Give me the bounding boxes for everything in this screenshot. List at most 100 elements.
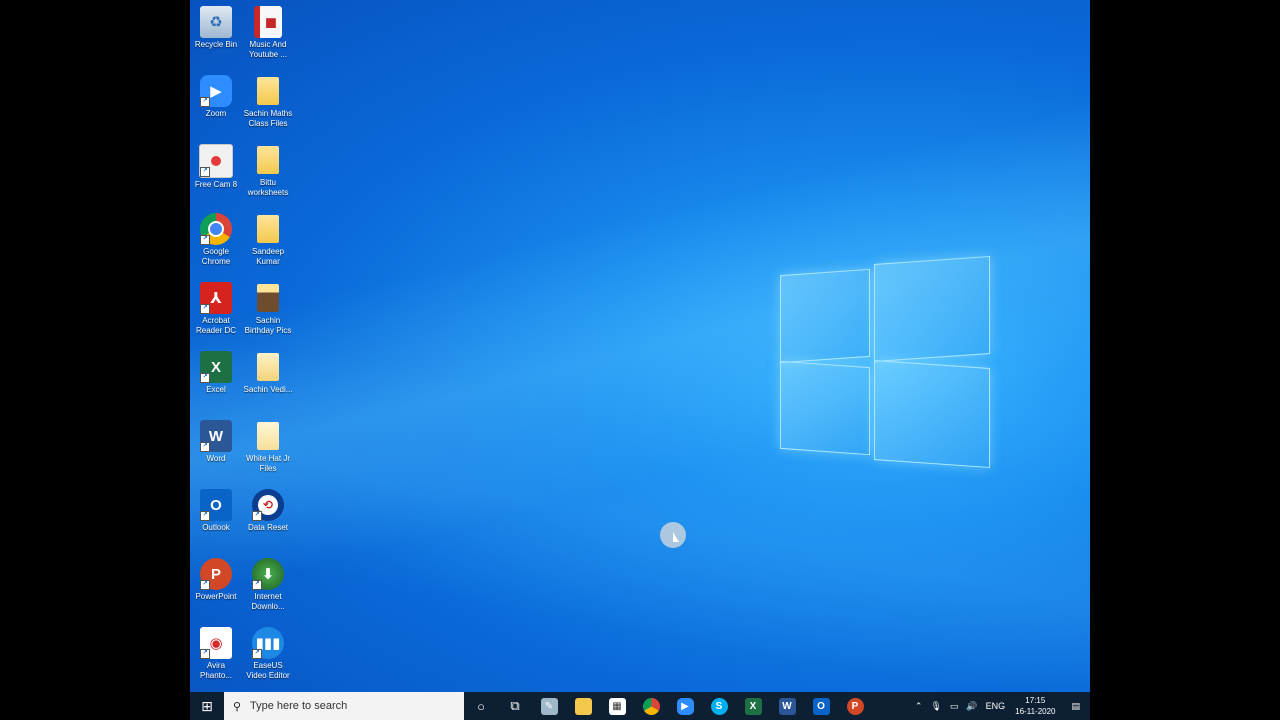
skype-icon: S (710, 697, 728, 715)
desktop-icon-label: Avira Phanto... (199, 661, 233, 680)
system-tray: ⌃ 🎙 ▭ 🔊 ENG 17:15 16-11-2020 ▤ (911, 692, 1090, 720)
taskbar-app-outlook[interactable]: O (804, 692, 838, 720)
desktop-icon-white-hat-jr[interactable]: White Hat Jr Files (243, 420, 293, 484)
cortana-icon: ○ (477, 698, 485, 714)
desktop-icon-label: Outlook (202, 523, 230, 532)
taskbar-app-powerpoint[interactable]: P (838, 692, 872, 720)
data-reset-icon: ⟲ ↗ (252, 489, 284, 521)
folder-icon (252, 420, 284, 452)
mouse-cursor (660, 522, 686, 548)
file-explorer-icon (574, 697, 592, 715)
desktop-icon-outlook[interactable]: O ↗ Outlook (191, 489, 241, 553)
chevron-up-icon[interactable]: ⌃ (911, 701, 927, 712)
desktop-icon-label: Recycle Bin (194, 40, 238, 49)
powerpoint-icon: P ↗ (200, 558, 232, 590)
notes-icon: ✎ (540, 697, 558, 715)
desktop-icon-label: Google Chrome (201, 247, 231, 266)
desktop-icon-idm[interactable]: ⬇ ↗ Internet Downlo... (243, 558, 293, 622)
search-placeholder: Type here to search (250, 700, 348, 712)
language-indicator[interactable]: ENG (982, 701, 1010, 711)
windows-logo (780, 254, 990, 469)
taskbar-app-chrome[interactable] (634, 692, 668, 720)
taskbar-app-store[interactable]: ▦ (600, 692, 634, 720)
outlook-icon: O ↗ (200, 489, 232, 521)
file-icon: ◼ (254, 6, 282, 38)
desktop-icon-label: Sandeep Kumar (251, 247, 285, 266)
taskbar-app-skype[interactable]: S (702, 692, 736, 720)
desktop-icon-excel[interactable]: X ↗ Excel (191, 351, 241, 415)
outlook-icon: O (812, 697, 830, 715)
zoom-icon: ▶ ↗ (200, 75, 232, 107)
folder-icon (252, 75, 284, 107)
desktop-icon-sachin-birthday[interactable]: Sachin Birthday Pics (243, 282, 293, 346)
freecam-icon: ↗ (199, 144, 233, 178)
desktop-icon-sachin-vedi[interactable]: Sachin Vedi... (243, 351, 293, 415)
desktop-icon-avira[interactable]: ◉ ↗ Avira Phanto... (191, 627, 241, 691)
desktop-icon-label: White Hat Jr Files (245, 454, 290, 473)
desktop-icon-label: Sachin Vedi... (243, 385, 293, 394)
taskbar-app-file-explorer[interactable] (566, 692, 600, 720)
chrome-icon (642, 697, 660, 715)
volume-icon[interactable]: 🔊 (962, 701, 981, 712)
taskbar-app-notes[interactable]: ✎ (532, 692, 566, 720)
folder-icon (252, 213, 284, 245)
desktop-icon-data-reset[interactable]: ⟲ ↗ Data Reset (243, 489, 293, 553)
start-button[interactable]: ⊞ (190, 692, 224, 720)
desktop-icon-label: Music And Youtube ... (249, 40, 287, 59)
desktop-icon-recycle-bin[interactable]: ♻ Recycle Bin (191, 6, 241, 70)
network-icon[interactable]: ▭ (946, 701, 963, 712)
search-box[interactable]: ⚲ Type here to search (224, 692, 464, 720)
desktop-icon-word[interactable]: W ↗ Word (191, 420, 241, 484)
desktop-icon-label: Acrobat Reader DC (195, 316, 236, 335)
excel-icon: X ↗ (200, 351, 232, 383)
windows-start-icon: ⊞ (201, 697, 213, 714)
word-icon: W (778, 697, 796, 715)
clock[interactable]: 17:15 16-11-2020 (1009, 695, 1061, 717)
taskbar-app-zoom[interactable]: ▶ (668, 692, 702, 720)
desktop-icon-acrobat[interactable]: ⅄ ↗ Acrobat Reader DC (191, 282, 241, 346)
desktop-icon-zoom[interactable]: ▶ ↗ Zoom (191, 75, 241, 139)
desktop: ♻ Recycle Bin ▶ ↗ Zoom ↗ Free Cam 8 ↗ Goo… (190, 0, 1090, 720)
desktop-icon-label: Sachin Birthday Pics (244, 316, 292, 335)
word-icon: W ↗ (200, 420, 232, 452)
acrobat-icon: ⅄ ↗ (200, 282, 232, 314)
task-view-icon: ⧉ (510, 698, 520, 713)
desktop-icon-music-youtube[interactable]: ◼ Music And Youtube ... (243, 6, 293, 70)
taskbar-app-excel[interactable]: X (736, 692, 770, 720)
recycle-bin-icon: ♻ (200, 6, 232, 38)
desktop-icon-chrome[interactable]: ↗ Google Chrome (191, 213, 241, 277)
powerpoint-icon: P (846, 697, 864, 715)
easeus-icon: ▮▮▮ ↗ (252, 627, 284, 659)
desktop-icon-powerpoint[interactable]: P ↗ PowerPoint (191, 558, 241, 622)
avira-icon: ◉ ↗ (200, 627, 232, 659)
folder-icon (252, 144, 284, 176)
zoom-icon: ▶ (676, 697, 694, 715)
cortana-button[interactable]: ○ (464, 692, 498, 720)
excel-icon: X (744, 697, 762, 715)
desktop-icon-label: Excel (206, 385, 226, 394)
desktop-icon-label: Word (206, 454, 226, 463)
desktop-icon-easeus[interactable]: ▮▮▮ ↗ EaseUS Video Editor (243, 627, 293, 691)
desktop-icon-label: Free Cam 8 (194, 180, 238, 189)
desktop-icon-label: Bittu worksheets (247, 178, 289, 197)
desktop-icon-freecam[interactable]: ↗ Free Cam 8 (191, 144, 241, 208)
taskbar-app-word[interactable]: W (770, 692, 804, 720)
taskbar: ⊞ ⚲ Type here to search ○ ⧉ ✎ ▦ ▶ S X W … (190, 692, 1090, 720)
store-icon: ▦ (608, 697, 626, 715)
search-icon: ⚲ (232, 700, 242, 713)
desktop-icon-sachin-maths[interactable]: Sachin Maths Class Files (243, 75, 293, 139)
notification-icon[interactable]: ▤ (1061, 701, 1090, 712)
desktop-icon-sandeep-kumar[interactable]: Sandeep Kumar (243, 213, 293, 277)
clock-time: 17:15 (1025, 696, 1046, 705)
desktop-icon-label: Sachin Maths Class Files (243, 109, 293, 128)
desktop-icon-label: Data Reset (247, 523, 289, 532)
desktop-icon-bittu-worksheets[interactable]: Bittu worksheets (243, 144, 293, 208)
clock-date: 16-11-2020 (1015, 707, 1056, 716)
folder-icon (252, 351, 284, 383)
microphone-icon[interactable]: 🎙 (926, 701, 945, 712)
folder-icon (252, 282, 284, 314)
idm-icon: ⬇ ↗ (252, 558, 284, 590)
desktop-icon-label: Zoom (205, 109, 227, 118)
task-view-button[interactable]: ⧉ (498, 692, 532, 720)
chrome-icon: ↗ (200, 213, 232, 245)
